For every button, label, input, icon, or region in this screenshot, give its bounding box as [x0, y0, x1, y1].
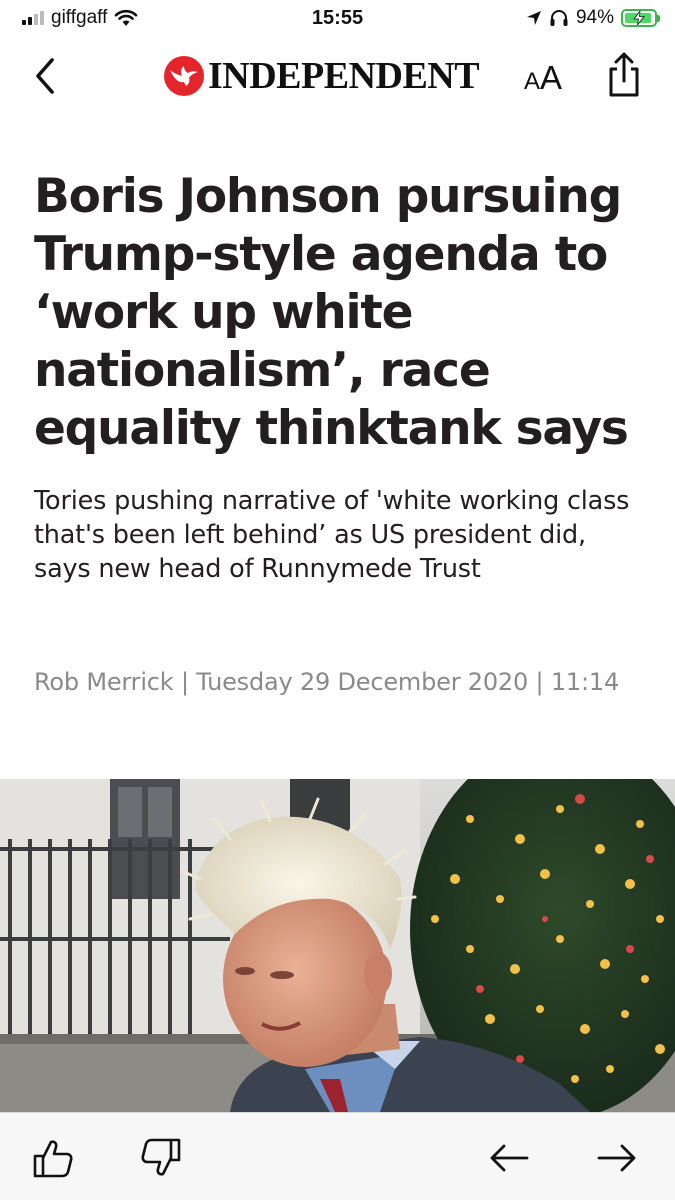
article-standfirst: Tories pushing narrative of 'white worki…: [34, 486, 630, 584]
text-size-small-label: A: [524, 68, 541, 95]
share-icon[interactable]: [604, 52, 644, 98]
article-byline: Rob Merrick | Tuesday 29 December 2020 |…: [34, 664, 634, 701]
thumbs-up-icon[interactable]: [28, 1133, 78, 1183]
publish-date: Tuesday 29 December 2020: [196, 668, 529, 696]
article-photo: [0, 779, 675, 1112]
publish-time: 11:14: [550, 668, 620, 696]
nav-bar: INDEPENDENT AA: [0, 38, 675, 118]
text-size-button[interactable]: AA: [524, 58, 562, 105]
arrow-left-icon[interactable]: [484, 1133, 534, 1183]
status-bar: giffgaff 15:55 94%: [0, 0, 675, 38]
status-right: 94%: [526, 7, 660, 29]
headphones-icon: [550, 10, 568, 26]
author-link[interactable]: Rob Merrick: [34, 668, 174, 696]
thumbs-down-icon[interactable]: [136, 1133, 186, 1183]
battery-percent: 94%: [575, 7, 614, 28]
bottom-toolbar: [0, 1112, 675, 1200]
logo-text: INDEPENDENT: [208, 55, 480, 97]
chevron-left-icon[interactable]: [30, 56, 64, 96]
independent-logo: INDEPENDENT: [164, 55, 480, 97]
article-headline: Boris Johnson pursuing Trump-style agend…: [34, 169, 629, 456]
arrow-right-icon[interactable]: [592, 1133, 642, 1183]
eagle-icon: [164, 56, 204, 96]
byline-separator: |: [180, 668, 189, 696]
battery-charging-icon: [621, 9, 660, 27]
location-arrow-icon: [526, 11, 541, 25]
text-size-large-label: A: [540, 59, 563, 96]
byline-separator: |: [535, 668, 544, 696]
